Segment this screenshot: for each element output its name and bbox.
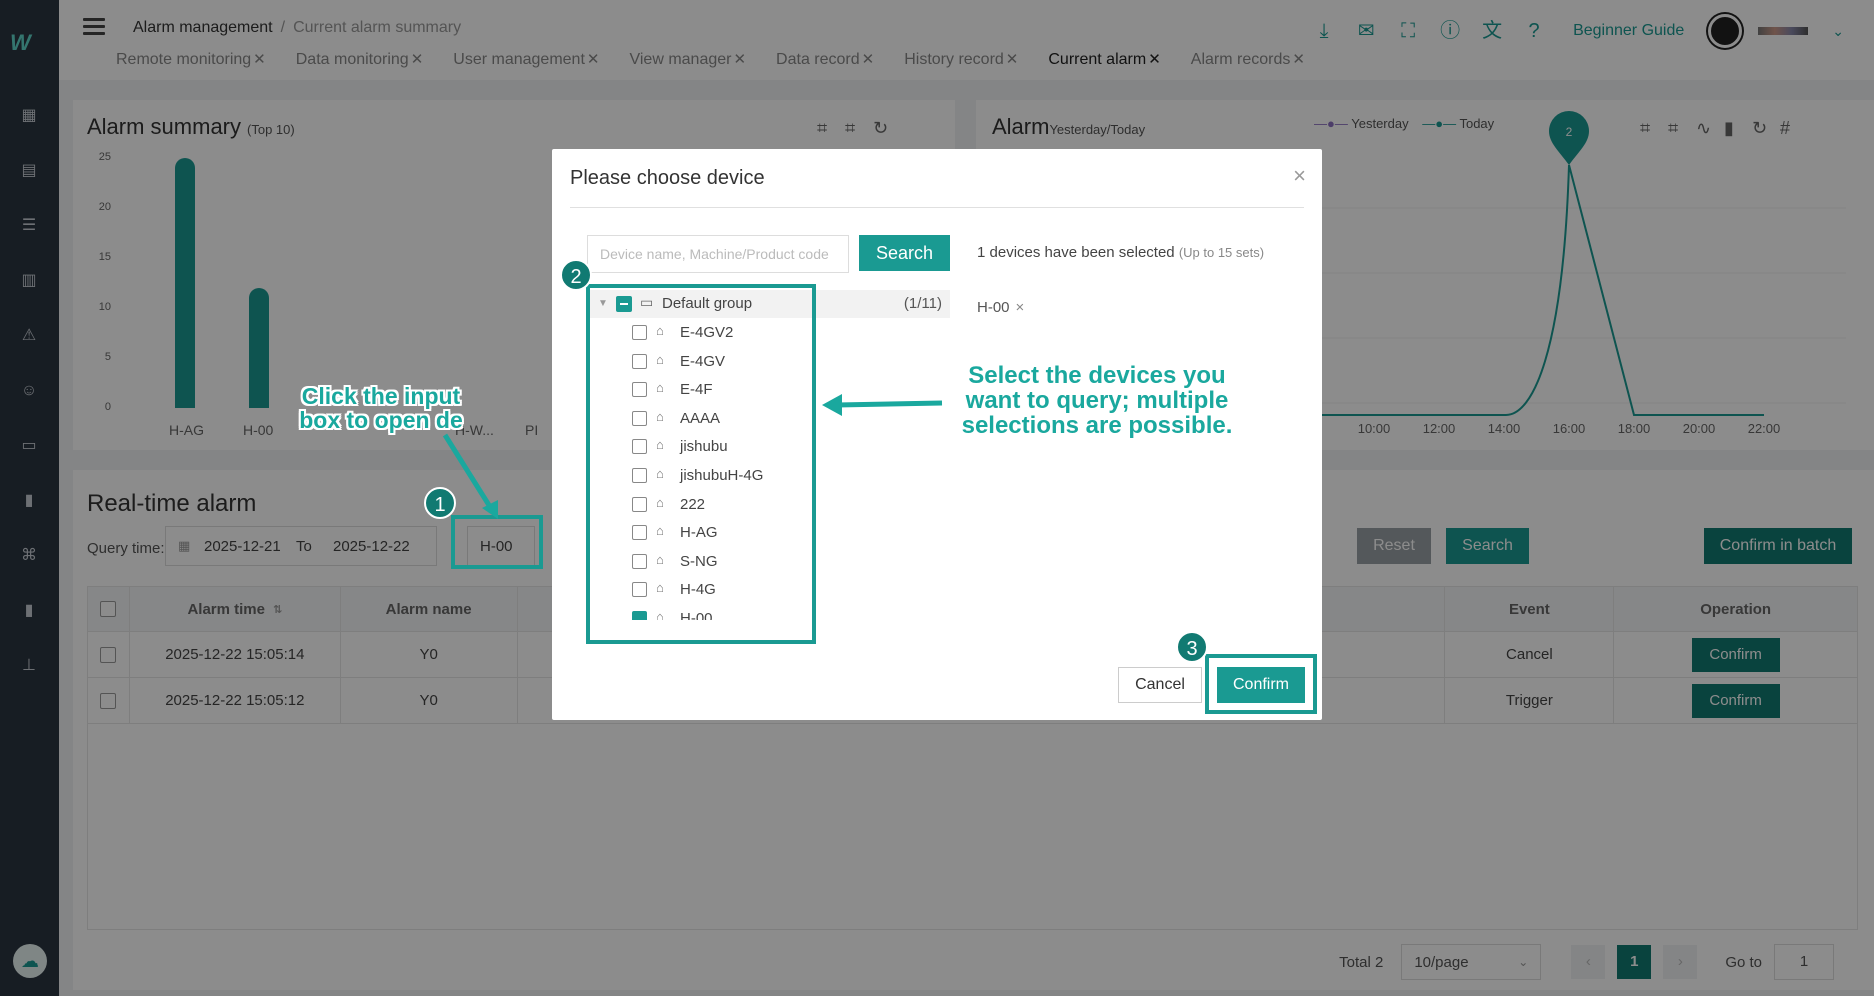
step2-highlight xyxy=(586,284,816,644)
choose-device-dialog: Please choose device × Device name, Mach… xyxy=(552,149,1322,720)
cancel-button[interactable]: Cancel xyxy=(1118,667,1202,703)
step1-badge: 1 xyxy=(424,487,456,519)
selected-count: 1 devices have been selected (Up to 15 s… xyxy=(977,244,1265,261)
device-search-button[interactable]: Search xyxy=(859,235,950,271)
step2-badge: 2 xyxy=(560,259,592,291)
selected-tag: H-00 × xyxy=(977,299,1025,316)
step3-badge: 3 xyxy=(1176,631,1208,663)
close-icon[interactable]: × xyxy=(1293,163,1306,189)
step2-annotation: Select the devices you want to query; mu… xyxy=(961,362,1233,440)
step3-highlight xyxy=(1205,654,1317,714)
group-count: (1/11) xyxy=(903,295,942,312)
step1-highlight xyxy=(451,515,543,569)
step1-annotation: Click the input box to open de xyxy=(299,383,463,434)
device-search-input[interactable]: Device name, Machine/Product code xyxy=(587,235,849,273)
dialog-title: Please choose device xyxy=(570,167,765,189)
remove-tag-icon[interactable]: × xyxy=(1016,299,1025,316)
